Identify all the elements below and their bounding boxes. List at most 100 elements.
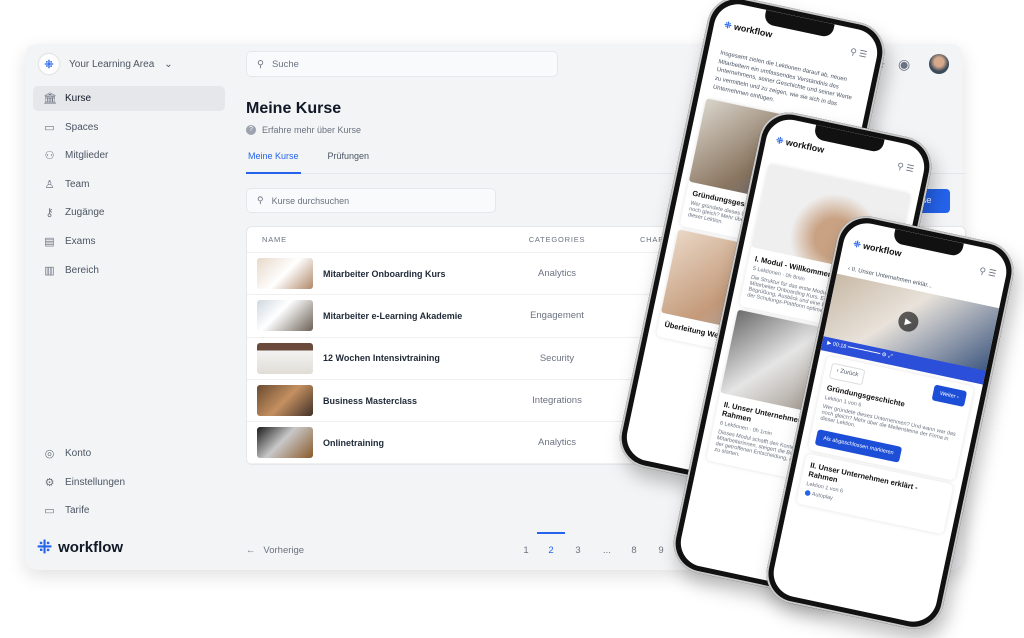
course-thumbnail (257, 258, 313, 290)
logo-icon: ⁜ (37, 537, 53, 557)
cell-name: Mitarbeiter e-Learning Akademie (247, 300, 502, 332)
sidebar-item-spaces[interactable]: ▭ Spaces (33, 115, 225, 140)
sidebar-item-label: Mitglieder (65, 150, 109, 162)
back-label: Zurück (839, 368, 859, 379)
user-circle-icon: ◎ (44, 448, 55, 460)
sidebar-item-label: Bereich (65, 264, 99, 276)
page-2[interactable]: 2 (537, 532, 565, 556)
course-name[interactable]: Mitarbeiter Onboarding Kurs (323, 269, 446, 279)
cell-category: Security (539, 352, 575, 364)
sidebar-nav: 🏛 Kurse ▭ Spaces ⚇ Mitglieder ♙ Team ⚷ Zugänge ▤ Ex… (33, 86, 225, 286)
tab-meine-kurse[interactable]: Meine Kurse (246, 146, 301, 174)
key-icon: ⚷ (45, 207, 54, 220)
sidebar-bottom-nav: ◎ Konto ⚙ Einstellungen ▭ Tarife (33, 441, 225, 527)
sidebar-item-label: Konto (65, 448, 92, 459)
pagination-ellipsis: ... (603, 545, 611, 556)
logo-text: workflow (58, 539, 124, 556)
cell-name: Business Masterclass (247, 385, 502, 417)
logo-icon: ⁜ (852, 238, 862, 250)
course-thumbnail (257, 300, 313, 332)
search-icon: ⚲ (257, 58, 264, 70)
credit-card-icon: ▭ (44, 505, 55, 518)
sidebar-item-label: Zugänge (65, 207, 105, 219)
play-icon[interactable]: ▶ (896, 309, 921, 334)
cell-name: 12 Wochen Intensivtraining (247, 342, 502, 374)
back-button[interactable]: ‹ Zurück (828, 362, 866, 386)
sidebar-item-tarife[interactable]: ▭ Tarife (33, 498, 225, 523)
sidebar-item-kurse[interactable]: 🏛 Kurse (33, 86, 225, 111)
clipboard-icon: ▤ (44, 235, 55, 248)
course-thumbnail (257, 385, 313, 417)
sidebar-item-mitglieder[interactable]: ⚇ Mitglieder (33, 143, 225, 168)
page-3[interactable]: 3 (568, 545, 588, 556)
course-thumbnail (257, 427, 313, 459)
sidebar-item-konto[interactable]: ◎ Konto (33, 441, 225, 466)
header-categories[interactable]: CATEGORIES (502, 235, 612, 244)
users-icon: ⚇ (44, 150, 55, 163)
search-menu-icons[interactable]: ⚲ ☰ (893, 161, 915, 190)
course-name[interactable]: Business Masterclass (323, 396, 417, 406)
video-time: 00:18 (832, 341, 847, 351)
sidebar-item-label: Tarife (65, 505, 90, 517)
next-button[interactable]: Weiter › (931, 384, 968, 408)
user-plus-icon: ♙ (44, 178, 55, 191)
logo-icon: ⁜ (723, 19, 733, 31)
course-thumbnail (257, 342, 313, 374)
help-icon: ? (246, 125, 256, 135)
bank-icon: 🏛 (43, 93, 57, 105)
sidebar-item-label: Kurse (65, 93, 92, 104)
gear-icon: ⚙ (44, 476, 55, 489)
cell-category: Integrations (532, 395, 582, 407)
global-search-input[interactable]: ⚲ Suche (246, 51, 558, 77)
search-menu-icons[interactable]: ⚲ ☰ (846, 46, 868, 75)
workspace-logo-icon: ⁜ (39, 54, 59, 74)
sidebar-item-label: Spaces (65, 121, 99, 133)
workflow-logo: ⁜ workflow (37, 537, 123, 558)
cell-name: Mitarbeiter Onboarding Kurs (247, 258, 502, 290)
chevron-down-icon: ⌄ (164, 58, 173, 70)
page-1[interactable]: 1 (516, 545, 536, 556)
chat-icon: ▭ (44, 121, 55, 134)
cell-name: Onlinetraining (247, 427, 502, 459)
search-menu-icons[interactable]: ⚲ ☰ (975, 265, 997, 294)
previous-page-button[interactable]: ← Vorherige (246, 545, 304, 556)
sidebar-item-exams[interactable]: ▤ Exams (33, 229, 225, 254)
course-name[interactable]: Onlinetraining (323, 438, 384, 448)
workspace-switcher[interactable]: ⁜ Your Learning Area ⌄ (39, 54, 173, 74)
cell-category: Analytics (537, 268, 576, 280)
course-search-input[interactable]: ⚲ Kurse durchsuchen (246, 188, 496, 213)
sidebar-item-zugänge[interactable]: ⚷ Zugänge (33, 200, 225, 225)
sidebar-item-label: Einstellungen (65, 476, 126, 488)
workspace-name: Your Learning Area (69, 58, 155, 70)
sidebar-item-label: Exams (65, 235, 96, 247)
next-label: Weiter (939, 390, 956, 400)
learn-more-text: Erfahre mehr über Kurse (262, 125, 362, 135)
eye-icon[interactable]: ◉ (898, 56, 910, 73)
sidebar-item-label: Team (65, 178, 90, 190)
course-search-placeholder: Kurse durchsuchen (271, 195, 350, 206)
sidebar-item-bereich[interactable]: ▥ Bereich (33, 258, 225, 283)
page-title: Meine Kurse (246, 100, 342, 117)
sidebar-item-team[interactable]: ♙ Team (33, 172, 225, 197)
course-name[interactable]: 12 Wochen Intensivtraining (323, 353, 440, 363)
header-name[interactable]: NAME (247, 235, 502, 244)
phone-logo-text: workflow (862, 240, 903, 259)
arrow-left-icon: ← (246, 545, 256, 556)
logo-icon: ⁜ (775, 134, 785, 147)
page-8[interactable]: 8 (624, 545, 644, 556)
cell-category: Analytics (537, 437, 576, 449)
tab-pruefungen[interactable]: Prüfungen (326, 146, 372, 174)
page-9[interactable]: 9 (651, 545, 671, 556)
phone-logo-text: workflow (733, 21, 774, 40)
cell-category: Engagement (530, 310, 584, 322)
avatar[interactable] (929, 54, 949, 74)
autoplay-label: Autoplay (811, 491, 834, 502)
learn-more-link[interactable]: ? Erfahre mehr über Kurse (246, 125, 361, 135)
sidebar: ⁜ Your Learning Area ⌄ 🏛 Kurse ▭ Spaces ⚇ Mit… (25, 44, 240, 570)
search-placeholder: Suche (271, 58, 299, 70)
search-icon: ⚲ (257, 195, 264, 205)
previous-label: Vorherige (263, 545, 305, 556)
sidebar-item-einstellungen[interactable]: ⚙ Einstellungen (33, 470, 225, 495)
course-name[interactable]: Mitarbeiter e-Learning Akademie (323, 311, 462, 321)
layout-icon: ▥ (44, 264, 55, 277)
